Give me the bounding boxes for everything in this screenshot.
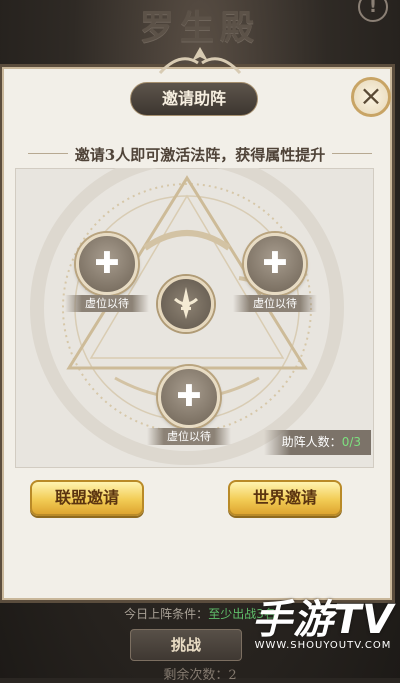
- watermark-url: WWW.SHOUYOUTV.COM: [254, 640, 392, 651]
- dialog-title: 邀请助阵: [130, 82, 258, 116]
- close-button[interactable]: ×: [351, 77, 391, 117]
- formation-emblem: [158, 276, 214, 332]
- slot-label-left: 虚位以待: [65, 295, 149, 312]
- site-watermark: 手游TV WWW.SHOUYOUTV.COM: [248, 598, 398, 651]
- world-invite-button[interactable]: 世界邀请: [228, 480, 342, 516]
- plus-icon: ✚: [262, 246, 288, 281]
- helper-count-value: 0/3: [341, 435, 361, 449]
- challenge-button[interactable]: 挑战: [130, 629, 242, 661]
- plus-icon: ✚: [176, 379, 202, 414]
- empty-slot-right[interactable]: ✚: [244, 233, 306, 295]
- empty-slot-bottom[interactable]: ✚: [158, 366, 220, 428]
- condition-prefix: 今日上阵条件：: [124, 607, 209, 621]
- invite-subtitle: 邀请3人即可激活法阵，获得属性提升: [74, 146, 326, 164]
- alliance-invite-button[interactable]: 联盟邀请: [30, 480, 144, 516]
- plus-icon: ✚: [94, 246, 120, 281]
- close-icon: ×: [359, 79, 383, 112]
- crest-ornament-icon: [158, 47, 242, 75]
- slot-label-right: 虚位以待: [233, 295, 317, 312]
- watermark-logo: 手游TV: [251, 597, 395, 643]
- helper-count: 助阵人数：0/3: [264, 430, 371, 455]
- subtitle-divider-right: [332, 153, 372, 154]
- remaining-count: 剩余次数：2: [163, 668, 237, 683]
- empty-slot-left[interactable]: ✚: [76, 233, 138, 295]
- helper-count-label: 助阵人数：: [281, 435, 342, 449]
- slot-label-bottom: 虚位以待: [147, 428, 231, 445]
- hall-title: 罗生殿: [140, 8, 260, 48]
- sword-emblem-icon: [173, 287, 199, 319]
